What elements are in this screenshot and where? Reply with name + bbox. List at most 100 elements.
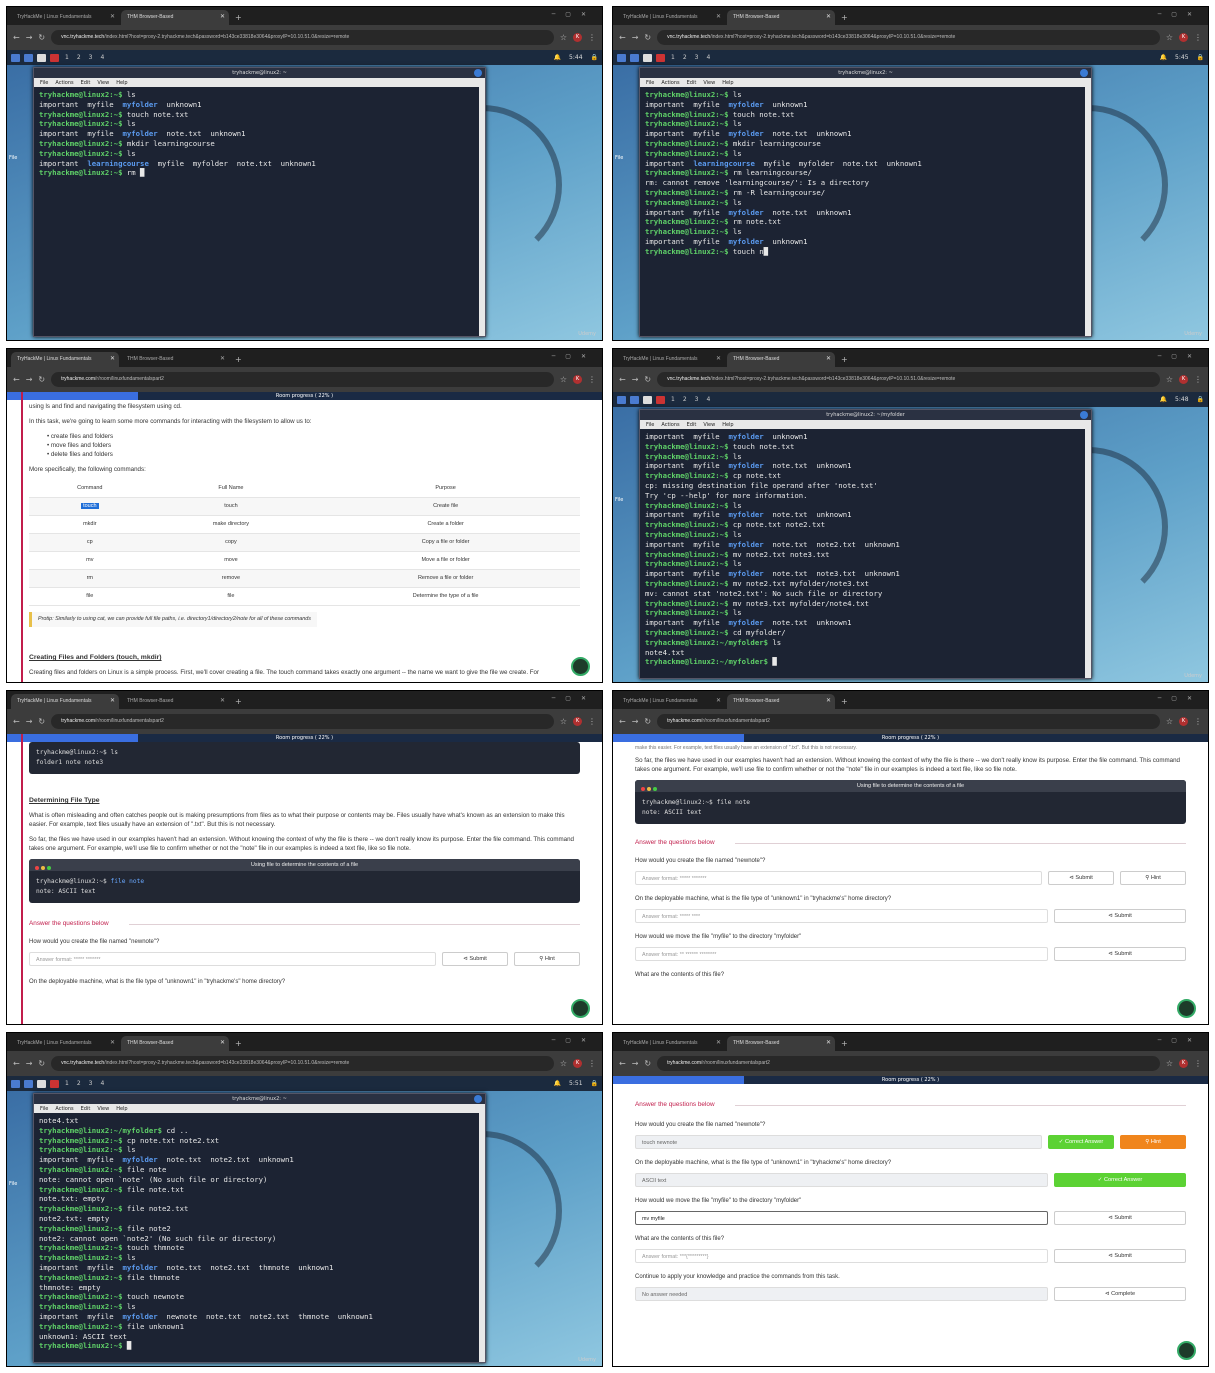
answer-input[interactable]: No answer needed [635, 1287, 1048, 1301]
submit-button[interactable]: ⊲ Submit [1054, 947, 1186, 961]
menu-view[interactable]: View [97, 1106, 109, 1112]
terminal-output[interactable]: important myfile myfolder unknown1 tryhac… [640, 429, 1091, 676]
menu-file[interactable]: File [40, 80, 48, 86]
files-icon[interactable] [24, 53, 33, 62]
avatar[interactable]: K [573, 1059, 582, 1068]
terminal-icon[interactable] [643, 53, 652, 62]
terminal-output[interactable]: note4.txt tryhackme@linux2:~/myfolder$ cd… [34, 1113, 485, 1360]
new-tab-button[interactable]: + [837, 352, 852, 367]
menu-actions[interactable]: Actions [661, 80, 679, 86]
window-controls[interactable]: ─▢✕ [552, 11, 596, 18]
close-icon[interactable]: ✕ [110, 355, 115, 362]
bell-icon[interactable]: 🔔 [554, 54, 561, 61]
menu-view[interactable]: View [703, 422, 715, 428]
answer-input[interactable]: mv myfile [635, 1211, 1048, 1225]
menu-file[interactable]: File [40, 1106, 48, 1112]
browser-icon[interactable] [50, 1079, 59, 1088]
chat-bubble-icon[interactable] [1177, 1341, 1196, 1360]
close-icon[interactable] [1080, 411, 1088, 419]
window-controls[interactable]: ─▢✕ [552, 695, 596, 702]
close-icon[interactable] [1080, 69, 1088, 77]
window-controls[interactable]: ─▢✕ [1158, 695, 1202, 702]
submit-button[interactable]: ⊲ Submit [1048, 871, 1114, 885]
tab-browser-based[interactable]: THM Browser-Based ✕ [727, 10, 835, 25]
close-icon[interactable]: ✕ [220, 13, 225, 20]
close-icon[interactable]: ✕ [220, 697, 225, 704]
forward-icon[interactable]: → [632, 375, 639, 384]
workspace-3[interactable]: 3 [87, 54, 95, 61]
terminal-window[interactable]: tryhackme@linux2: ~/myfolder File Actions… [639, 409, 1092, 679]
complete-button[interactable]: ⊲ Complete [1054, 1287, 1186, 1301]
menu-edit[interactable]: Edit [81, 80, 91, 86]
menu-icon[interactable] [617, 395, 626, 404]
new-tab-button[interactable]: + [231, 10, 246, 25]
close-icon[interactable]: ✕ [716, 13, 721, 20]
lock-icon[interactable]: 🔒 [591, 54, 598, 61]
correct-answer-button[interactable]: ✓ Correct Answer [1054, 1173, 1186, 1187]
hint-button[interactable]: ⚲ Hint [1120, 871, 1186, 885]
back-icon[interactable]: ← [13, 1059, 20, 1068]
avatar[interactable]: K [573, 33, 582, 42]
back-icon[interactable]: ← [619, 717, 626, 726]
submit-button[interactable]: ⊲ Submit [442, 952, 508, 966]
answer-input[interactable]: Answer format: ***{*********} [635, 1249, 1048, 1263]
menu-help[interactable]: Help [722, 80, 733, 86]
window-controls[interactable]: ─▢✕ [1158, 1037, 1202, 1044]
menu-edit[interactable]: Edit [687, 80, 697, 86]
avatar[interactable]: K [1179, 1059, 1188, 1068]
new-tab-button[interactable]: + [231, 1036, 246, 1051]
workspace-3[interactable]: 3 [693, 396, 701, 403]
url-field[interactable]: vnc.tryhackme.tech/index.html?host=proxy… [51, 30, 554, 45]
star-icon[interactable]: ☆ [560, 1059, 567, 1068]
menu-view[interactable]: View [703, 80, 715, 86]
close-icon[interactable] [474, 69, 482, 77]
close-icon[interactable]: ✕ [110, 1039, 115, 1046]
hint-button[interactable]: ⚲ Hint [514, 952, 580, 966]
workspace-1[interactable]: 1 [669, 396, 677, 403]
workspace-1[interactable]: 1 [63, 1080, 71, 1087]
reload-icon[interactable]: ↻ [644, 717, 651, 726]
close-icon[interactable]: ✕ [716, 697, 721, 704]
bell-icon[interactable]: 🔔 [1160, 54, 1167, 61]
reload-icon[interactable]: ↻ [38, 1059, 45, 1068]
tab-linux-fundamentals[interactable]: TryHackMe | Linux Fundamentals ✕ [11, 694, 119, 709]
workspace-4[interactable]: 4 [98, 1080, 106, 1087]
menu-help[interactable]: Help [116, 1106, 127, 1112]
bell-icon[interactable]: 🔔 [554, 1080, 561, 1087]
tab-linux-fundamentals[interactable]: TryHackMe | Linux Fundamentals ✕ [11, 352, 119, 367]
close-icon[interactable]: ✕ [220, 1039, 225, 1046]
new-tab-button[interactable]: + [837, 1036, 852, 1051]
close-icon[interactable]: ✕ [110, 13, 115, 20]
star-icon[interactable]: ☆ [1166, 1059, 1173, 1068]
avatar[interactable]: K [1179, 717, 1188, 726]
tab-linux-fundamentals[interactable]: TryHackMe | Linux Fundamentals ✕ [617, 694, 725, 709]
back-icon[interactable]: ← [13, 717, 20, 726]
avatar[interactable]: K [1179, 375, 1188, 384]
chat-bubble-icon[interactable] [571, 999, 590, 1018]
chat-bubble-icon[interactable] [1177, 999, 1196, 1018]
avatar[interactable]: K [573, 717, 582, 726]
avatar[interactable]: K [1179, 33, 1188, 42]
correct-answer-button[interactable]: ✓ Correct Answer [1048, 1135, 1114, 1149]
files-icon[interactable] [24, 1079, 33, 1088]
answer-input[interactable]: Answer format: ** ****** ******** [635, 947, 1048, 961]
menu-icon[interactable] [617, 53, 626, 62]
workspace-2[interactable]: 2 [75, 1080, 83, 1087]
terminal-output[interactable]: tryhackme@linux2:~$ ls important myfile m… [34, 87, 485, 334]
workspace-2[interactable]: 2 [75, 54, 83, 61]
menu-help[interactable]: Help [722, 422, 733, 428]
forward-icon[interactable]: → [26, 1059, 33, 1068]
reload-icon[interactable]: ↻ [644, 1059, 651, 1068]
tab-browser-based[interactable]: THM Browser-Based ✕ [727, 1036, 835, 1051]
tab-browser-based[interactable]: THM Browser-Based ✕ [727, 694, 835, 709]
url-field[interactable]: tryhackme.com/r/room/linuxfundamentalspa… [51, 372, 554, 387]
forward-icon[interactable]: → [26, 375, 33, 384]
window-controls[interactable]: ─▢✕ [552, 353, 596, 360]
menu-icon[interactable]: ⋮ [1194, 33, 1202, 42]
star-icon[interactable]: ☆ [1166, 717, 1173, 726]
menu-file[interactable]: File [646, 422, 654, 428]
reload-icon[interactable]: ↻ [38, 33, 45, 42]
back-icon[interactable]: ← [13, 33, 20, 42]
tab-linux-fundamentals[interactable]: TryHackMe | Linux Fundamentals ✕ [11, 1036, 119, 1051]
window-controls[interactable]: ─▢✕ [1158, 353, 1202, 360]
